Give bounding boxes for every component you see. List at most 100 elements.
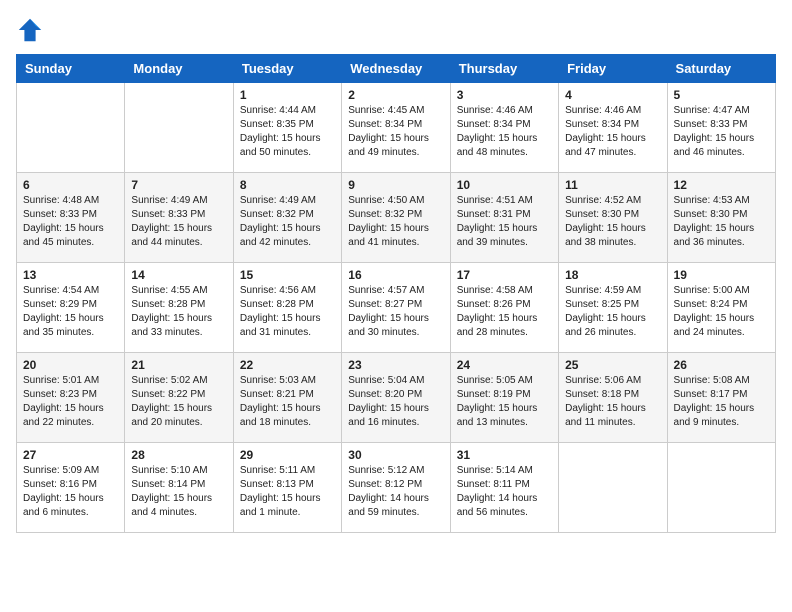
- cell-info: Sunrise: 5:12 AMSunset: 8:12 PMDaylight:…: [348, 464, 443, 520]
- day-number: 25: [565, 358, 660, 372]
- day-number: 16: [348, 268, 443, 282]
- calendar-week-4: 20 Sunrise: 5:01 AMSunset: 8:23 PMDayligh…: [17, 353, 776, 443]
- calendar-cell: 3Sunrise: 4:46 AMSunset: 8:34 PMDaylight…: [450, 83, 558, 173]
- calendar-cell: [125, 83, 233, 173]
- calendar-cell: 16 Sunrise: 4:57 AMSunset: 8:27 PMDayligh…: [342, 263, 450, 353]
- cell-info: Sunrise: 5:09 AMSunset: 8:16 PMDaylight:…: [23, 464, 118, 520]
- day-number: 13: [23, 268, 118, 282]
- calendar-cell: 22 Sunrise: 5:03 AMSunset: 8:21 PMDayligh…: [233, 353, 341, 443]
- weekday-header-row: SundayMondayTuesdayWednesdayThursdayFrid…: [17, 55, 776, 83]
- day-number: 15: [240, 268, 335, 282]
- cell-info: Sunrise: 4:47 AMSunset: 8:33 PMDaylight:…: [674, 104, 769, 160]
- day-number: 22: [240, 358, 335, 372]
- cell-info: Sunrise: 5:03 AMSunset: 8:21 PMDaylight:…: [240, 374, 335, 430]
- day-number: 9: [348, 178, 443, 192]
- day-number: 26: [674, 358, 769, 372]
- calendar-cell: 26 Sunrise: 5:08 AMSunset: 8:17 PMDayligh…: [667, 353, 775, 443]
- calendar-week-3: 13 Sunrise: 4:54 AMSunset: 8:29 PMDayligh…: [17, 263, 776, 353]
- cell-info: Sunrise: 5:10 AMSunset: 8:14 PMDaylight:…: [131, 464, 226, 520]
- day-number: 31: [457, 448, 552, 462]
- cell-info: Sunrise: 5:14 AMSunset: 8:11 PMDaylight:…: [457, 464, 552, 520]
- day-number: 27: [23, 448, 118, 462]
- calendar-week-2: 6 Sunrise: 4:48 AMSunset: 8:33 PMDaylight…: [17, 173, 776, 263]
- day-number: 11: [565, 178, 660, 192]
- calendar-cell: 21Sunrise: 5:02 AMSunset: 8:22 PMDayligh…: [125, 353, 233, 443]
- calendar-cell: 4 Sunrise: 4:46 AMSunset: 8:34 PMDaylight…: [559, 83, 667, 173]
- cell-info: Sunrise: 4:52 AMSunset: 8:30 PMDaylight:…: [565, 194, 660, 250]
- cell-info: Sunrise: 4:56 AMSunset: 8:28 PMDaylight:…: [240, 284, 335, 340]
- day-number: 1: [240, 88, 335, 102]
- weekday-header-friday: Friday: [559, 55, 667, 83]
- weekday-header-saturday: Saturday: [667, 55, 775, 83]
- day-number: 23: [348, 358, 443, 372]
- logo-icon: [16, 16, 44, 44]
- cell-info: Sunrise: 4:55 AMSunset: 8:28 PMDaylight:…: [131, 284, 226, 340]
- day-number: 12: [674, 178, 769, 192]
- day-number: 24: [457, 358, 552, 372]
- calendar-week-1: 1 Sunrise: 4:44 AMSunset: 8:35 PMDaylight…: [17, 83, 776, 173]
- cell-info: Sunrise: 4:53 AMSunset: 8:30 PMDaylight:…: [674, 194, 769, 250]
- weekday-header-monday: Monday: [125, 55, 233, 83]
- calendar-table: SundayMondayTuesdayWednesdayThursdayFrid…: [16, 54, 776, 533]
- day-number: 10: [457, 178, 552, 192]
- calendar-cell: 30 Sunrise: 5:12 AMSunset: 8:12 PMDayligh…: [342, 443, 450, 533]
- day-number: 5: [674, 88, 769, 102]
- calendar-cell: 28Sunrise: 5:10 AMSunset: 8:14 PMDayligh…: [125, 443, 233, 533]
- calendar-cell: 23 Sunrise: 5:04 AMSunset: 8:20 PMDayligh…: [342, 353, 450, 443]
- calendar-cell: 11 Sunrise: 4:52 AMSunset: 8:30 PMDayligh…: [559, 173, 667, 263]
- calendar-cell: 6 Sunrise: 4:48 AMSunset: 8:33 PMDaylight…: [17, 173, 125, 263]
- cell-info: Sunrise: 5:11 AMSunset: 8:13 PMDaylight:…: [240, 464, 335, 520]
- cell-info: Sunrise: 4:48 AMSunset: 8:33 PMDaylight:…: [23, 194, 118, 250]
- cell-info: Sunrise: 5:04 AMSunset: 8:20 PMDaylight:…: [348, 374, 443, 430]
- calendar-cell: 24 Sunrise: 5:05 AMSunset: 8:19 PMDayligh…: [450, 353, 558, 443]
- calendar-cell: 25 Sunrise: 5:06 AMSunset: 8:18 PMDayligh…: [559, 353, 667, 443]
- cell-info: Sunrise: 5:01 AMSunset: 8:23 PMDaylight:…: [23, 374, 118, 430]
- day-number: 7: [131, 178, 226, 192]
- calendar-cell: 31 Sunrise: 5:14 AMSunset: 8:11 PMDayligh…: [450, 443, 558, 533]
- cell-info: Sunrise: 4:45 AMSunset: 8:34 PMDaylight:…: [348, 104, 443, 160]
- calendar-cell: [559, 443, 667, 533]
- calendar-cell: 9 Sunrise: 4:50 AMSunset: 8:32 PMDaylight…: [342, 173, 450, 263]
- page-header: [16, 16, 776, 44]
- day-number: 30: [348, 448, 443, 462]
- calendar-cell: 29 Sunrise: 5:11 AMSunset: 8:13 PMDayligh…: [233, 443, 341, 533]
- cell-info: Sunrise: 5:00 AMSunset: 8:24 PMDaylight:…: [674, 284, 769, 340]
- day-number: 17: [457, 268, 552, 282]
- cell-info: Sunrise: 4:44 AMSunset: 8:35 PMDaylight:…: [240, 104, 335, 160]
- calendar-cell: 10Sunrise: 4:51 AMSunset: 8:31 PMDayligh…: [450, 173, 558, 263]
- calendar-cell: 19 Sunrise: 5:00 AMSunset: 8:24 PMDayligh…: [667, 263, 775, 353]
- calendar-cell: 5 Sunrise: 4:47 AMSunset: 8:33 PMDaylight…: [667, 83, 775, 173]
- weekday-header-thursday: Thursday: [450, 55, 558, 83]
- cell-info: Sunrise: 4:50 AMSunset: 8:32 PMDaylight:…: [348, 194, 443, 250]
- cell-info: Sunrise: 4:46 AMSunset: 8:34 PMDaylight:…: [457, 104, 552, 160]
- day-number: 18: [565, 268, 660, 282]
- weekday-header-tuesday: Tuesday: [233, 55, 341, 83]
- cell-info: Sunrise: 5:06 AMSunset: 8:18 PMDaylight:…: [565, 374, 660, 430]
- cell-info: Sunrise: 4:54 AMSunset: 8:29 PMDaylight:…: [23, 284, 118, 340]
- day-number: 19: [674, 268, 769, 282]
- calendar-cell: 7 Sunrise: 4:49 AMSunset: 8:33 PMDaylight…: [125, 173, 233, 263]
- day-number: 6: [23, 178, 118, 192]
- cell-info: Sunrise: 4:57 AMSunset: 8:27 PMDaylight:…: [348, 284, 443, 340]
- calendar-cell: 17Sunrise: 4:58 AMSunset: 8:26 PMDayligh…: [450, 263, 558, 353]
- calendar-cell: 14 Sunrise: 4:55 AMSunset: 8:28 PMDayligh…: [125, 263, 233, 353]
- cell-info: Sunrise: 5:05 AMSunset: 8:19 PMDaylight:…: [457, 374, 552, 430]
- day-number: 20: [23, 358, 118, 372]
- day-number: 8: [240, 178, 335, 192]
- day-number: 29: [240, 448, 335, 462]
- cell-info: Sunrise: 5:02 AMSunset: 8:22 PMDaylight:…: [131, 374, 226, 430]
- calendar-cell: 13 Sunrise: 4:54 AMSunset: 8:29 PMDayligh…: [17, 263, 125, 353]
- weekday-header-sunday: Sunday: [17, 55, 125, 83]
- weekday-header-wednesday: Wednesday: [342, 55, 450, 83]
- cell-info: Sunrise: 4:46 AMSunset: 8:34 PMDaylight:…: [565, 104, 660, 160]
- cell-info: Sunrise: 5:08 AMSunset: 8:17 PMDaylight:…: [674, 374, 769, 430]
- calendar-cell: [667, 443, 775, 533]
- cell-info: Sunrise: 4:49 AMSunset: 8:32 PMDaylight:…: [240, 194, 335, 250]
- cell-info: Sunrise: 4:49 AMSunset: 8:33 PMDaylight:…: [131, 194, 226, 250]
- calendar-cell: [17, 83, 125, 173]
- day-number: 4: [565, 88, 660, 102]
- calendar-cell: 8 Sunrise: 4:49 AMSunset: 8:32 PMDaylight…: [233, 173, 341, 263]
- calendar-cell: 18 Sunrise: 4:59 AMSunset: 8:25 PMDayligh…: [559, 263, 667, 353]
- day-number: 14: [131, 268, 226, 282]
- cell-info: Sunrise: 4:59 AMSunset: 8:25 PMDaylight:…: [565, 284, 660, 340]
